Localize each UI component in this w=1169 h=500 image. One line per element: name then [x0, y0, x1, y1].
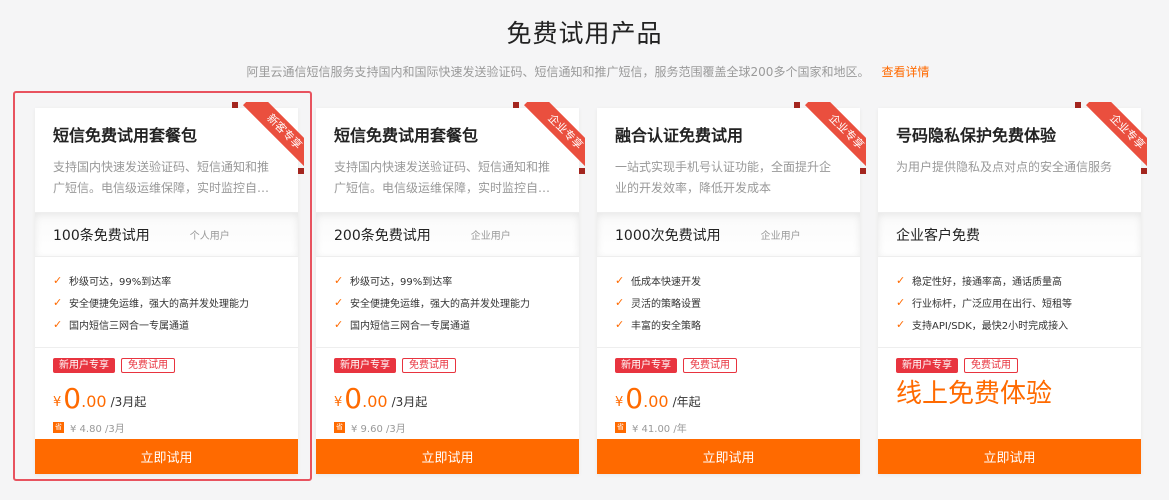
ribbon-label: 企业专享	[523, 102, 585, 174]
new-user-badge: 新用户专享	[896, 358, 958, 373]
save-icon: 省	[53, 422, 64, 433]
free-trial-badge: 免费试用	[964, 358, 1018, 373]
feature-list: ✓ 稳定性好，接通率高，通话质量高 ✓ 行业标杆，广泛应用在出行、短租等 ✓ 支持AP…	[878, 257, 1141, 348]
product-card-sms-enterprise: 企业专享 短信免费试用套餐包 支持国内快速发送验证码、短信通知和推广短信。电信级…	[316, 102, 585, 474]
feature-item: ✓ 稳定性好，接通率高，通话质量高	[896, 273, 1062, 288]
feature-item: ✓ 秒级可达，99%到达率	[334, 273, 453, 288]
check-icon: ✓	[334, 317, 344, 331]
free-trial-badge: 免费试用	[683, 358, 737, 373]
check-icon: ✓	[53, 317, 63, 331]
try-now-button[interactable]: 立即试用	[316, 439, 579, 474]
save-icon: 省	[615, 422, 626, 433]
feature-item: ✓ 国内短信三网合一专属通道	[334, 317, 470, 332]
quota-label: 企业客户免费	[896, 227, 980, 244]
price-area: 新用户专享 免费试用 线上免费体验	[878, 348, 1141, 438]
user-type-label: 企业用户	[470, 231, 511, 242]
ribbon-label: 企业专享	[804, 102, 866, 174]
try-now-button[interactable]: 立即试用	[35, 439, 298, 474]
check-icon: ✓	[896, 273, 906, 287]
quota-band: 1000次免费试用 企业用户	[597, 212, 860, 257]
subtitle-text: 阿里云通信短信服务支持国内和国际快速发送验证码、短信通知和推广短信，服务范围覆盖…	[246, 65, 870, 79]
product-card-sms-personal: 新客专享 短信免费试用套餐包 支持国内快速发送验证码、短信通知和推广短信。电信级…	[35, 102, 304, 474]
feature-item: ✓ 国内短信三网合一专属通道	[53, 317, 189, 332]
product-cards: 新客专享 短信免费试用套餐包 支持国内快速发送验证码、短信通知和推广短信。电信级…	[35, 102, 1147, 474]
feature-item: ✓ 行业标杆，广泛应用在出行、短租等	[896, 295, 1072, 310]
check-icon: ✓	[334, 273, 344, 287]
new-user-badge: 新用户专享	[615, 358, 677, 373]
check-icon: ✓	[334, 295, 344, 309]
feature-item: ✓ 支持API/SDK，最快2小时完成接入	[896, 317, 1069, 332]
quota-label: 1000次免费试用	[615, 227, 721, 244]
feature-list: ✓ 秒级可达，99%到达率 ✓ 安全便捷免运维，强大的高并发处理能力 ✓ 国内短信三网…	[316, 257, 579, 348]
free-experience-text: 线上免费体验	[896, 379, 1053, 409]
check-icon: ✓	[896, 295, 906, 309]
price-area: 新用户专享 免费试用 ¥0.00/年起 省 ¥ 41.00 /年	[597, 348, 860, 438]
ribbon: 企业专享	[794, 102, 866, 174]
original-price: 省 ¥ 41.00 /年	[615, 422, 687, 435]
view-details-link[interactable]: 查看详情	[881, 65, 929, 79]
quota-band: 200条免费试用 企业用户	[316, 212, 579, 257]
feature-item: ✓ 低成本快速开发	[615, 273, 701, 288]
original-price: 省 ¥ 9.60 /3月	[334, 422, 406, 435]
check-icon: ✓	[896, 317, 906, 331]
feature-item: ✓ 秒级可达，99%到达率	[53, 273, 172, 288]
page-title: 免费试用产品	[506, 19, 663, 48]
quota-band: 企业客户免费	[878, 212, 1141, 257]
ribbon: 企业专享	[513, 102, 585, 174]
quota-band: 100条免费试用 个人用户	[35, 212, 298, 257]
feature-item: ✓ 安全便捷免运维，强大的高并发处理能力	[53, 295, 249, 310]
check-icon: ✓	[615, 273, 625, 287]
new-user-badge: 新用户专享	[53, 358, 115, 373]
user-type-label: 个人用户	[189, 231, 230, 242]
quota-label: 100条免费试用	[53, 227, 150, 244]
feature-item: ✓ 安全便捷免运维，强大的高并发处理能力	[334, 295, 530, 310]
price: ¥0.00/3月起	[334, 382, 428, 415]
feature-item: ✓ 灵活的策略设置	[615, 295, 701, 310]
price: ¥0.00/年起	[615, 382, 701, 415]
feature-list: ✓ 秒级可达，99%到达率 ✓ 安全便捷免运维，强大的高并发处理能力 ✓ 国内短信三网…	[35, 257, 298, 348]
feature-item: ✓ 丰富的安全策略	[615, 317, 701, 332]
ribbon-label: 企业专享	[1085, 102, 1147, 174]
product-card-fusion-auth: 企业专享 融合认证免费试用 一站式实现手机号认证功能，全面提升企业的开发效率，降…	[597, 102, 866, 474]
save-icon: 省	[334, 422, 345, 433]
try-now-button[interactable]: 立即试用	[878, 439, 1141, 474]
ribbon: 新客专享	[232, 102, 304, 174]
quota-label: 200条免费试用	[334, 227, 431, 244]
check-icon: ✓	[615, 295, 625, 309]
check-icon: ✓	[615, 317, 625, 331]
ribbon: 企业专享	[1075, 102, 1147, 174]
free-trial-badge: 免费试用	[121, 358, 175, 373]
price: ¥0.00/3月起	[53, 382, 147, 415]
check-icon: ✓	[53, 273, 63, 287]
price-area: 新用户专享 免费试用 ¥0.00/3月起 省 ¥ 9.60 /3月	[316, 348, 579, 438]
new-user-badge: 新用户专享	[334, 358, 396, 373]
original-price: 省 ¥ 4.80 /3月	[53, 422, 125, 435]
price-area: 新用户专享 免费试用 ¥0.00/3月起 省 ¥ 4.80 /3月	[35, 348, 298, 438]
feature-list: ✓ 低成本快速开发 ✓ 灵活的策略设置 ✓ 丰富的安全策略	[597, 257, 860, 348]
check-icon: ✓	[53, 295, 63, 309]
ribbon-label: 新客专享	[242, 102, 304, 174]
free-trial-badge: 免费试用	[402, 358, 456, 373]
page-subtitle: 阿里云通信短信服务支持国内和国际快速发送验证码、短信通知和推广短信，服务范围覆盖…	[0, 63, 1169, 80]
user-type-label: 企业用户	[760, 231, 801, 242]
product-card-number-privacy: 企业专享 号码隐私保护免费体验 为用户提供隐私及点对点的安全通信服务 企业客户免…	[878, 102, 1147, 474]
try-now-button[interactable]: 立即试用	[597, 439, 860, 474]
